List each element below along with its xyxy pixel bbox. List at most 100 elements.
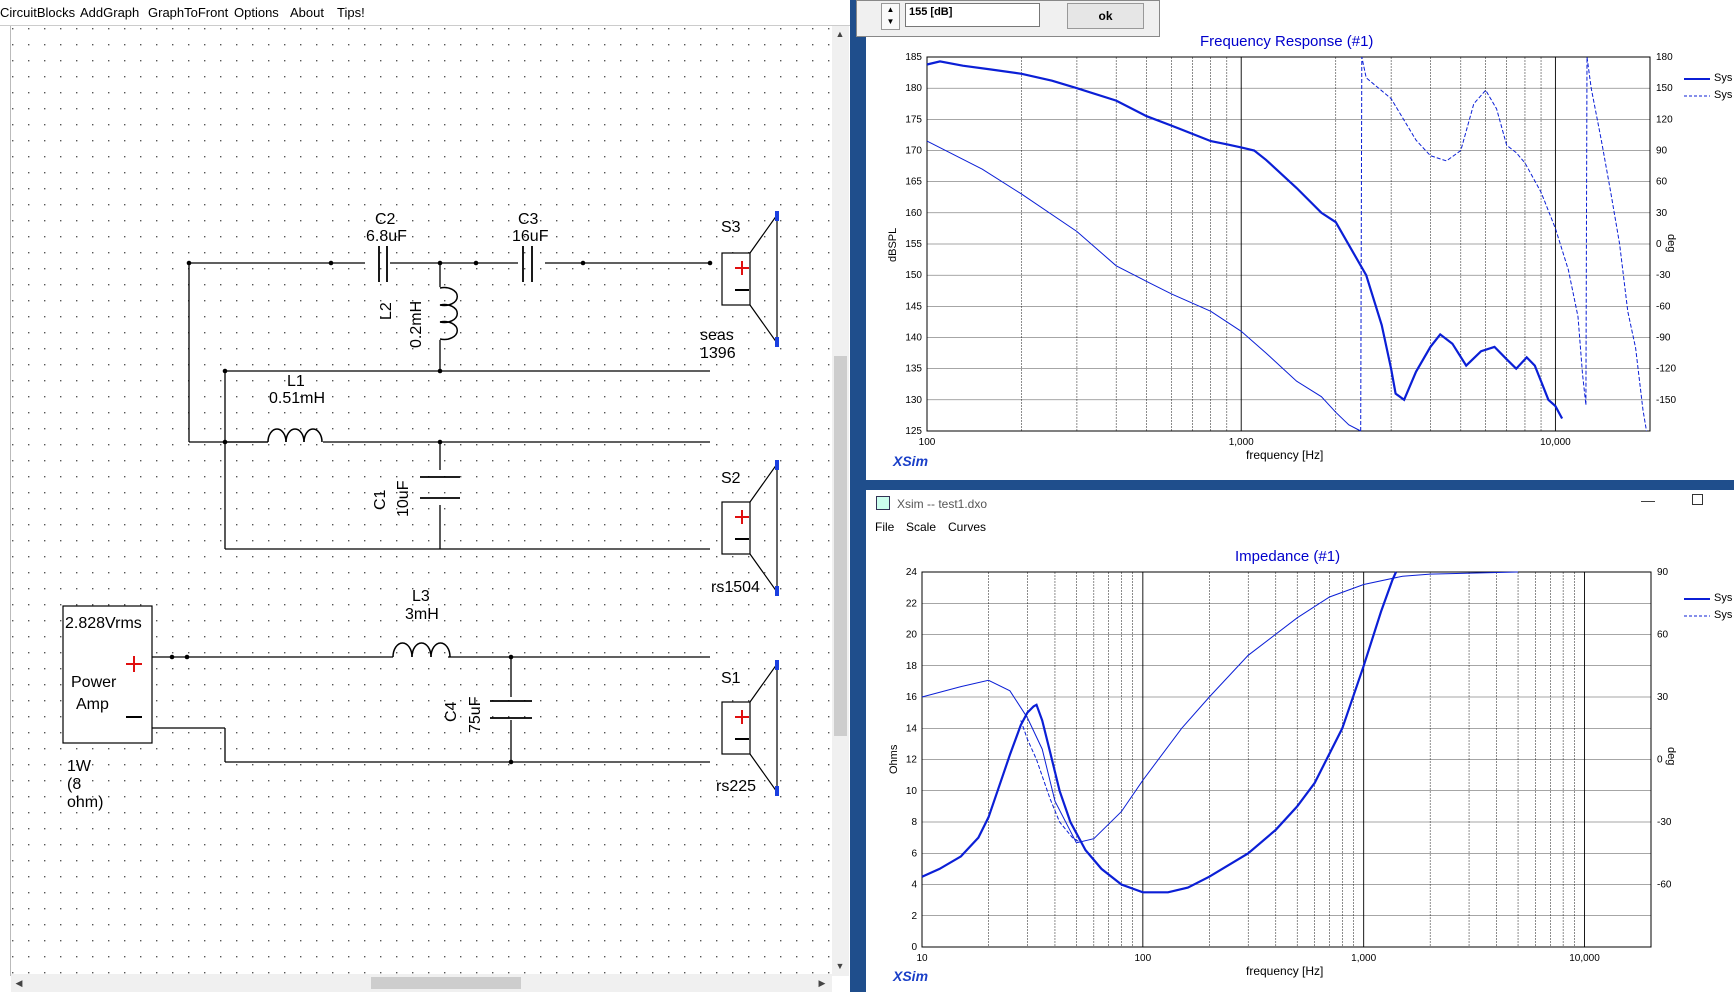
junction [169, 654, 175, 660]
scroll-right-icon[interactable]: ▶ [814, 975, 830, 991]
c3-name: C3 [518, 211, 539, 228]
imp-legend-1: Sys [1714, 592, 1733, 604]
imp-legend-2: Sys [1714, 609, 1733, 621]
junction [184, 654, 190, 660]
y2-tick-label: 60 [1657, 630, 1669, 641]
h-scroll-thumb[interactable] [371, 977, 521, 989]
junction [473, 260, 479, 266]
l3-name: L3 [412, 588, 430, 605]
junction [437, 260, 443, 266]
menu-about[interactable]: About [290, 5, 324, 20]
c4-name: C4 [443, 701, 460, 722]
s2-name: S2 [721, 470, 741, 487]
freq-legend-1: Sys [1714, 72, 1733, 84]
c2-value: 6.8uF [366, 228, 407, 245]
y2-tick-label: -120 [1656, 364, 1676, 375]
x-tick-label: 10 [916, 953, 928, 964]
scroll-thumb[interactable] [834, 356, 847, 736]
scroll-down-icon[interactable]: ▼ [832, 958, 848, 974]
imp-brand: XSim [893, 968, 929, 984]
c3-value: 16uF [512, 228, 549, 245]
y-tick-label: 14 [906, 723, 918, 734]
y-tick-label: 160 [905, 208, 922, 219]
junction [186, 260, 192, 266]
menu-circuitblocks[interactable]: CircuitBlocks [0, 5, 75, 20]
y2-tick-label: -60 [1656, 301, 1671, 312]
junction [437, 439, 443, 445]
junction [580, 260, 586, 266]
junction [508, 654, 514, 660]
y-tick-label: 125 [905, 426, 922, 437]
imp-y2label: deg [1665, 747, 1677, 766]
y-tick-label: 140 [905, 333, 922, 344]
x-tick-label: 100 [1134, 953, 1151, 964]
taskbar-strip [866, 480, 1734, 490]
speaker-terminal [775, 660, 779, 670]
l3-value: 3mH [405, 606, 439, 623]
speaker-magnet [721, 501, 751, 555]
speaker-magnet [721, 701, 751, 755]
y-tick-label: 22 [906, 598, 918, 609]
y-tick-label: 4 [911, 880, 917, 891]
imp-ylabel: Ohms [888, 744, 900, 774]
amp-label-1: Power [71, 674, 117, 691]
frequency-response-window: 185 180 175 170 165 160 155 150 145 140 135 130 125 1… [866, 0, 1734, 480]
left-edge-strip [0, 26, 11, 976]
s3-model: seas 1396 [700, 327, 736, 362]
y-tick-label: 12 [906, 755, 918, 766]
scroll-up-icon[interactable]: ▲ [832, 26, 848, 42]
y-tick-label: 135 [905, 364, 922, 375]
menu-options[interactable]: Options [234, 5, 279, 20]
impedance-window: Xsim -- test1.dxo — File Scale Curves 24… [866, 490, 1734, 992]
l1-name: L1 [287, 373, 305, 390]
menu-bar: CircuitBlocks AddGraph GraphToFront Opti… [0, 0, 850, 26]
x-tick-label: 1,000 [1229, 437, 1254, 448]
vertical-scrollbar[interactable]: ▲ ▼ [832, 26, 849, 976]
s1-model: rs225 [716, 778, 757, 795]
menu-addgraph[interactable]: AddGraph [80, 5, 139, 20]
freq-y2label: deg [1665, 234, 1677, 253]
y-tick-label: 18 [906, 661, 918, 672]
speaker-terminal [775, 211, 779, 221]
amp-rating: 1W (8 ohm) [67, 758, 104, 811]
ok-button[interactable]: ok [1067, 3, 1144, 29]
y-tick-label: 155 [905, 239, 922, 250]
y2-tick-label: 150 [1656, 83, 1673, 94]
y-tick-label: 6 [911, 848, 917, 859]
y2-tick-label: 90 [1657, 567, 1669, 578]
x-tick-label: 1,000 [1351, 953, 1376, 964]
s1-name: S1 [721, 670, 741, 687]
menu-tips[interactable]: Tips! [337, 5, 365, 20]
s2-model: rs1504 [711, 579, 760, 596]
y-tick-label: 8 [911, 817, 917, 828]
frequency-response-chart[interactable]: 1851801751701651601551501451401351301251… [866, 0, 1734, 480]
junction [328, 260, 334, 266]
value-input[interactable]: 155 [dB] [905, 3, 1040, 27]
c4-value: 75uF [467, 696, 484, 733]
y2-tick-label: 180 [1656, 52, 1673, 63]
spin-arrows-icon[interactable]: ▲ ▼ [881, 3, 900, 30]
y-tick-label: 165 [905, 177, 922, 188]
scroll-left-icon[interactable]: ◀ [11, 975, 27, 991]
amp-label-2: Amp [76, 696, 109, 713]
y-tick-label: 2 [911, 911, 917, 922]
junction [508, 759, 514, 765]
y2-tick-label: -150 [1656, 395, 1676, 406]
junction [707, 260, 713, 266]
horizontal-scrollbar[interactable]: ◀ ▶ [11, 974, 832, 992]
speaker-terminal [775, 786, 779, 796]
value-dialog: ▲ ▼ 155 [dB] ok [856, 0, 1160, 37]
freq-xlabel: frequency [Hz] [1246, 448, 1324, 462]
schematic-canvas[interactable] [11, 26, 838, 974]
y2-tick-label: 0 [1657, 755, 1663, 766]
menu-graphtofront[interactable]: GraphToFront [148, 5, 228, 20]
l2-value: 0.2mH [408, 300, 425, 348]
y2-tick-label: -90 [1656, 333, 1671, 344]
l1-value: 0.51mH [269, 390, 326, 407]
freq-brand: XSim [893, 453, 929, 469]
impedance-chart[interactable]: 2422201816141210864209060300-30-6010 100 1… [866, 490, 1734, 992]
x-tick-label: 100 [919, 437, 936, 448]
y-tick-label: 175 [905, 114, 922, 125]
speaker-terminal [775, 460, 779, 470]
y-tick-label: 20 [906, 630, 918, 641]
